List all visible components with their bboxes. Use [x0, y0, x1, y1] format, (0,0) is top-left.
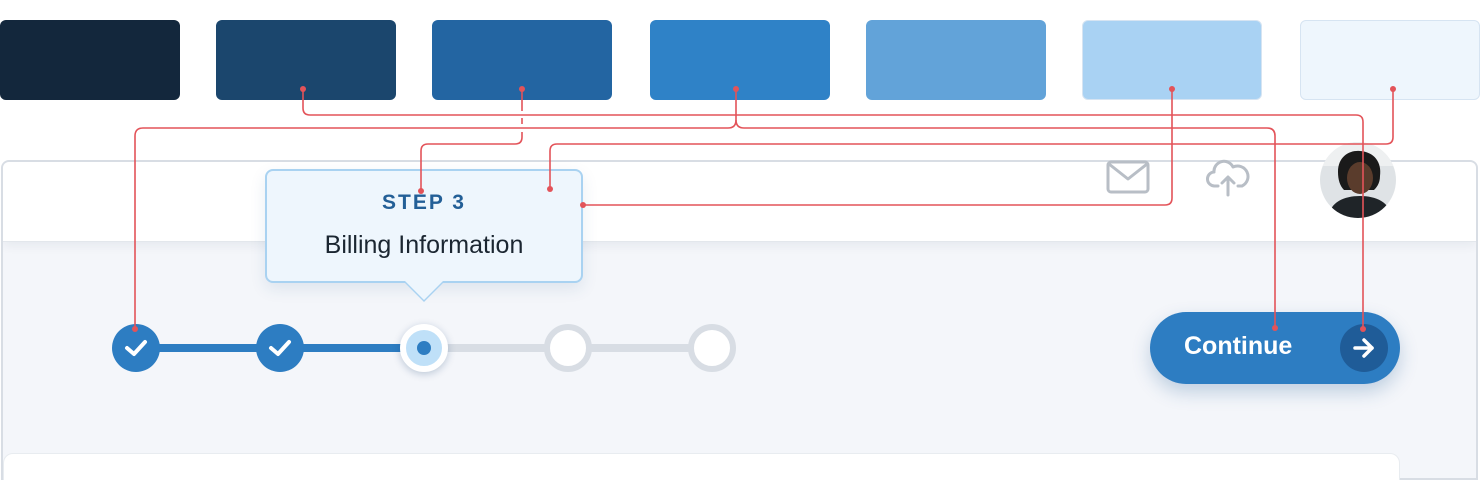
check-icon — [125, 340, 147, 356]
step-4[interactable] — [544, 324, 592, 372]
swatch-blue-400 — [866, 20, 1046, 100]
swatch-blue-50 — [1300, 20, 1480, 100]
continue-button-label: Continue — [1184, 332, 1293, 360]
tooltip-pointer — [405, 281, 443, 300]
step-2[interactable] — [256, 324, 304, 372]
continue-button[interactable]: Continue — [1150, 312, 1400, 384]
mail-icon[interactable] — [1106, 160, 1150, 194]
swatch-navy-900 — [0, 20, 180, 100]
tooltip-step-title: Billing Information — [324, 231, 524, 259]
current-step-dot — [417, 341, 431, 355]
step-5[interactable] — [688, 324, 736, 372]
swatch-blue-200 — [1082, 20, 1262, 100]
swatch-blue-700 — [432, 20, 612, 100]
check-icon — [269, 340, 291, 356]
arrow-right-icon — [1340, 324, 1388, 372]
swatch-blue-500 — [650, 20, 830, 100]
tooltip-step-label: STEP 3 — [382, 191, 466, 214]
content-card — [3, 453, 1400, 480]
step-3[interactable] — [400, 324, 448, 372]
step-tooltip: STEP 3 Billing Information — [265, 169, 583, 283]
swatch-navy-700 — [216, 20, 396, 100]
cloud-upload-icon[interactable] — [1206, 158, 1250, 198]
user-avatar[interactable] — [1320, 142, 1396, 218]
step-1[interactable] — [112, 324, 160, 372]
app-header — [3, 162, 1476, 242]
